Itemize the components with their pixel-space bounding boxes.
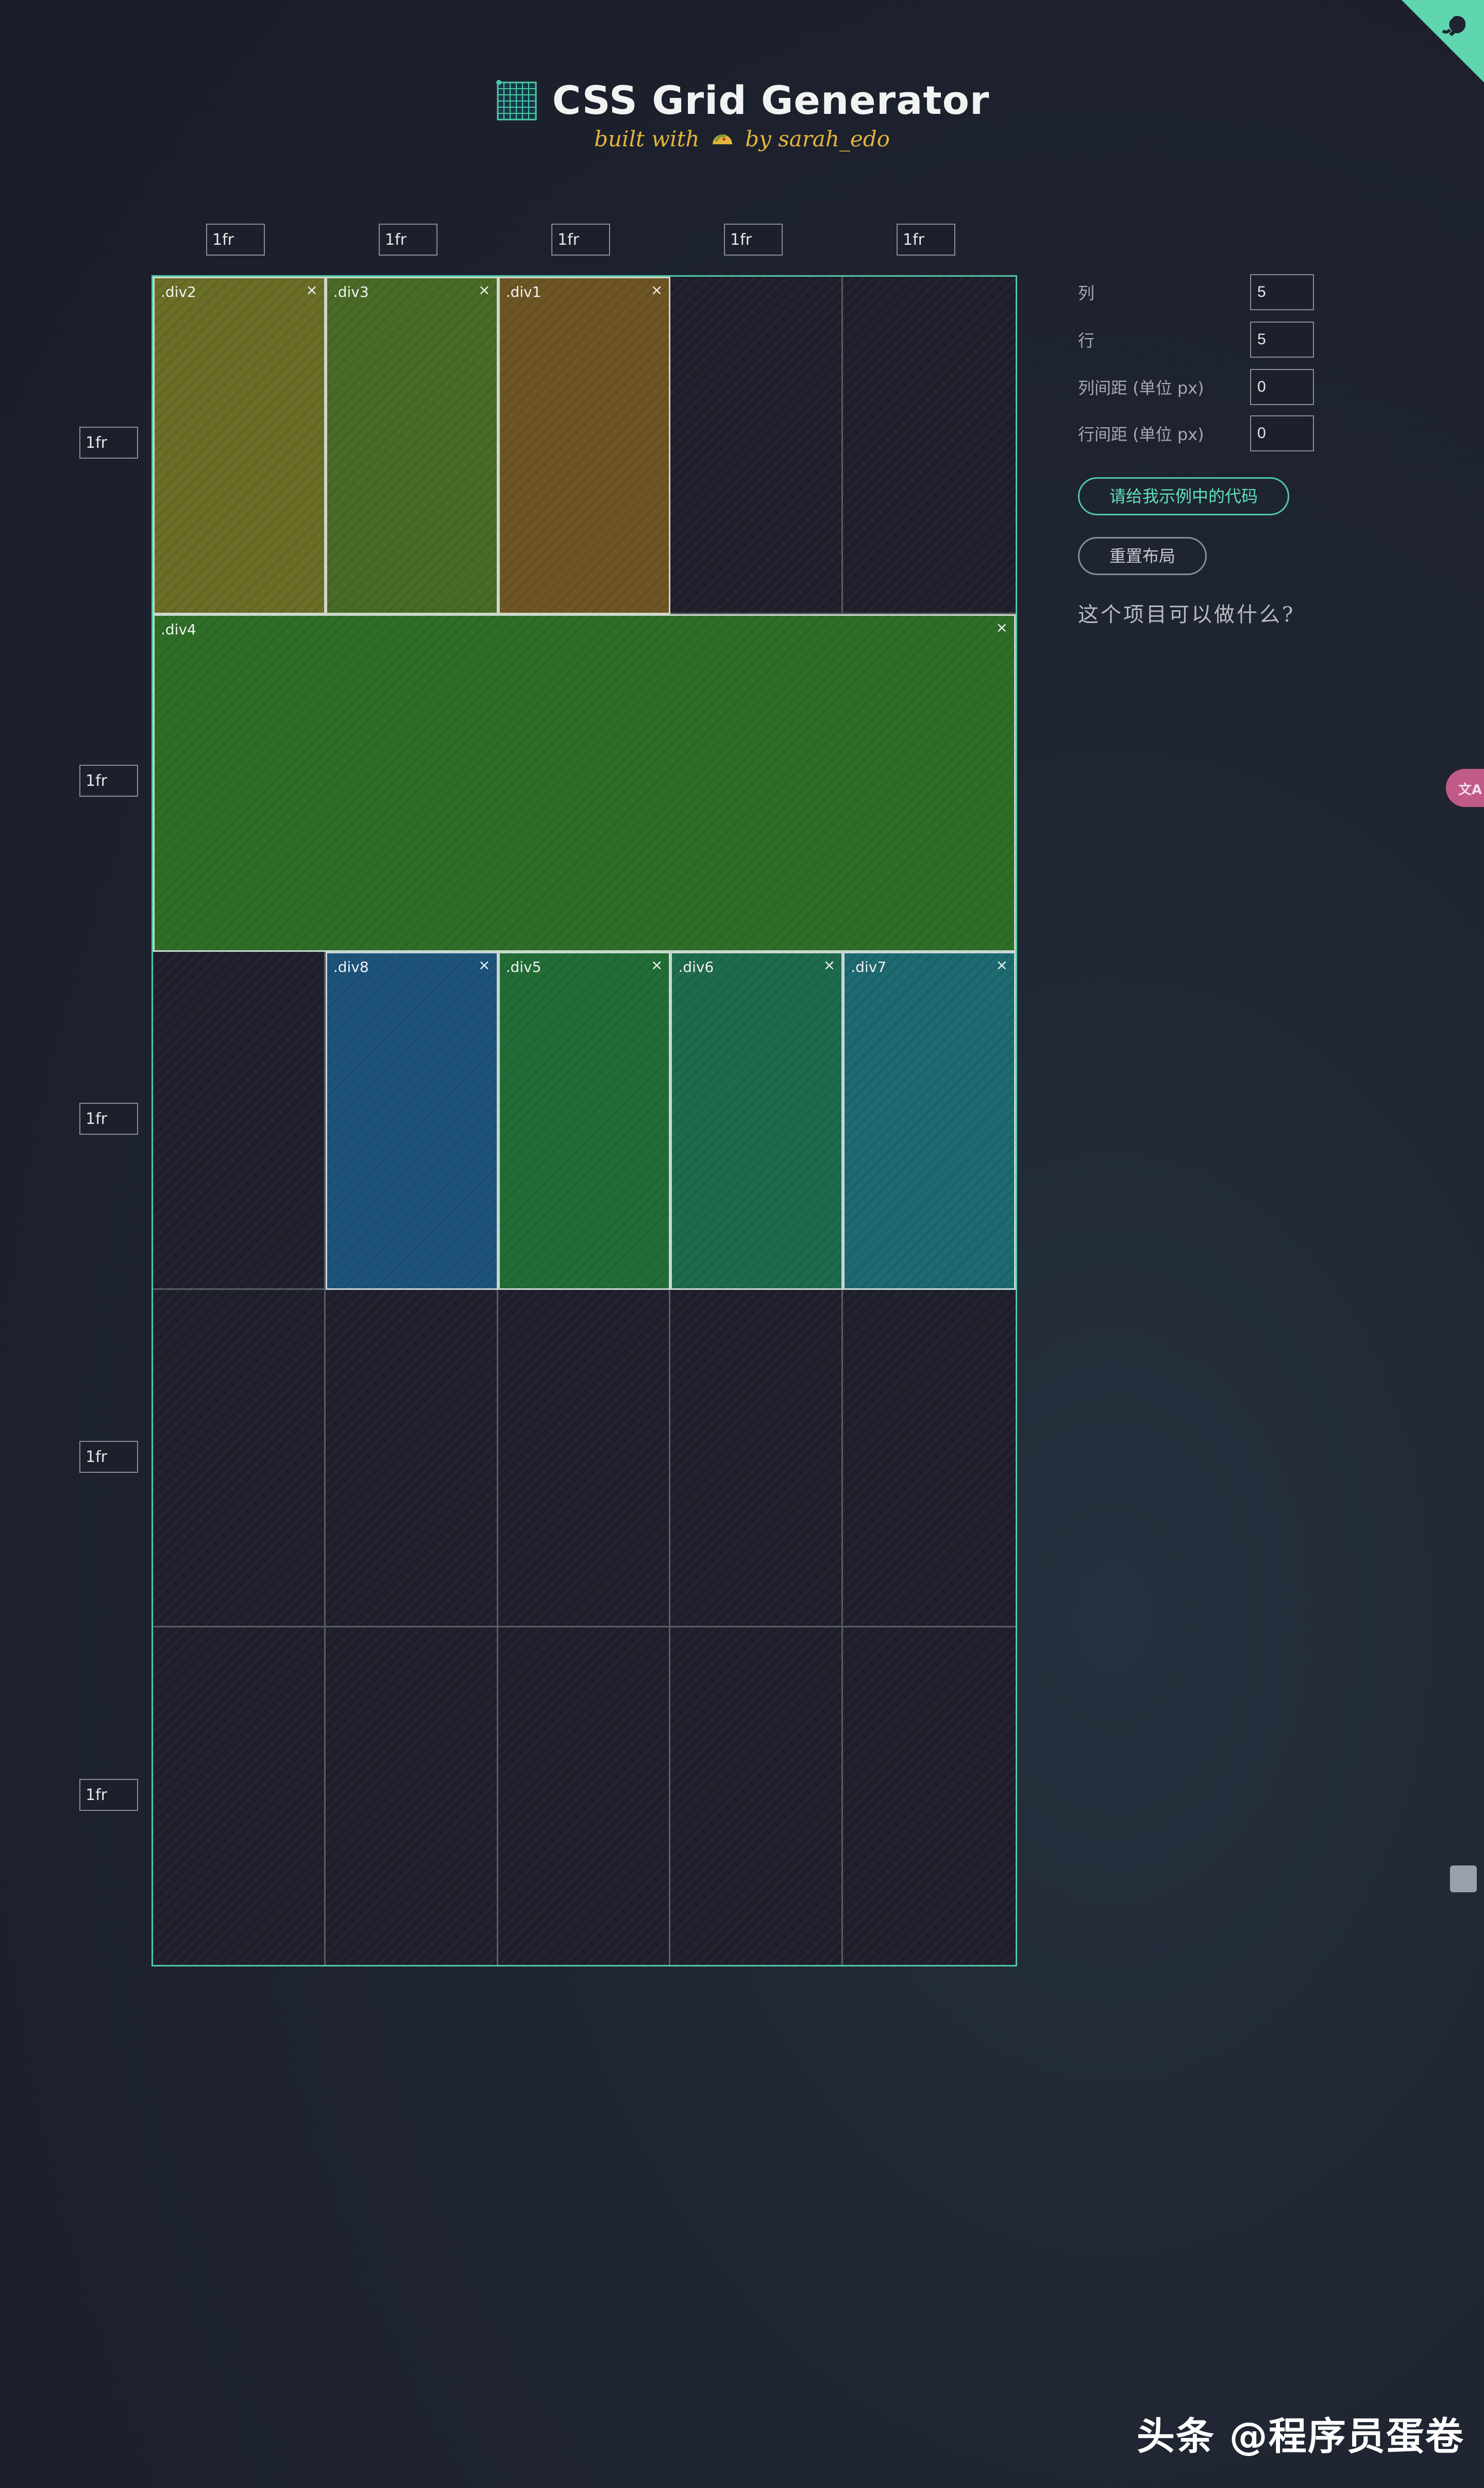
close-icon[interactable]: × bbox=[651, 281, 663, 298]
columns-input[interactable] bbox=[1250, 274, 1314, 310]
grid-item-label: .div1 bbox=[505, 283, 542, 300]
grid-item-label: .div6 bbox=[678, 959, 714, 976]
columns-label: 列 bbox=[1078, 283, 1095, 303]
row-gap-input[interactable] bbox=[1250, 415, 1314, 451]
grid-item-div3[interactable]: .div3 × bbox=[325, 277, 498, 615]
grid-cell[interactable] bbox=[153, 952, 326, 1290]
subtitle-suffix: by sarah_edo bbox=[745, 126, 890, 152]
grid-item-label: .div2 bbox=[161, 283, 196, 300]
translate-icon[interactable]: 文A bbox=[1458, 779, 1482, 798]
grid-item-div5[interactable]: .div5 × bbox=[498, 952, 671, 1290]
grid-item-label: .div8 bbox=[333, 959, 369, 976]
row-4-size-input[interactable] bbox=[79, 1441, 138, 1473]
header: CSS Grid Generator built with by sarah_e… bbox=[0, 77, 1484, 152]
grid-item-div1[interactable]: .div1 × bbox=[498, 277, 671, 615]
close-icon[interactable]: × bbox=[478, 281, 490, 298]
close-icon[interactable]: × bbox=[823, 956, 835, 973]
grid-cell[interactable] bbox=[670, 277, 844, 615]
column-5-size-input[interactable] bbox=[897, 224, 955, 256]
grid-cell[interactable] bbox=[843, 277, 1016, 615]
robot-icon[interactable] bbox=[1450, 1865, 1477, 1892]
rows-input[interactable] bbox=[1250, 322, 1314, 358]
grid-cell[interactable] bbox=[153, 1289, 326, 1627]
rows-label: 行 bbox=[1078, 331, 1095, 350]
page-title: CSS Grid Generator bbox=[552, 77, 990, 123]
row-3-size-input[interactable] bbox=[79, 1103, 138, 1135]
grid-cell[interactable] bbox=[843, 1290, 1016, 1627]
github-octocat-icon[interactable] bbox=[1434, 7, 1475, 48]
grid-item-div4[interactable]: .div4 × bbox=[153, 614, 1016, 952]
column-4-size-input[interactable] bbox=[724, 224, 783, 256]
column-3-size-input[interactable] bbox=[551, 224, 610, 256]
grid-cell[interactable] bbox=[670, 1289, 844, 1627]
show-code-button[interactable]: 请给我示例中的代码 bbox=[1078, 477, 1289, 515]
close-icon[interactable]: × bbox=[996, 619, 1008, 636]
close-icon[interactable]: × bbox=[478, 956, 490, 973]
grid-cell[interactable] bbox=[843, 1627, 1016, 1965]
close-icon[interactable]: × bbox=[996, 956, 1008, 973]
row-2-size-input[interactable] bbox=[79, 765, 138, 797]
row-gap-label: 行间距 (单位 px) bbox=[1078, 425, 1204, 444]
column-gap-input[interactable] bbox=[1250, 369, 1314, 405]
close-icon[interactable]: × bbox=[651, 956, 663, 973]
subtitle: built with by sarah_edo bbox=[0, 126, 1484, 152]
grid-cell[interactable] bbox=[326, 1627, 498, 1965]
grid-item-div8[interactable]: .div8 × bbox=[325, 952, 498, 1290]
reset-layout-button[interactable]: 重置布局 bbox=[1078, 537, 1207, 575]
grid-cell[interactable] bbox=[498, 1289, 671, 1627]
subtitle-prefix: built with bbox=[594, 126, 700, 152]
grid-cell[interactable] bbox=[498, 1627, 671, 1965]
what-is-this-link[interactable]: 这个项目可以做什么? bbox=[1078, 598, 1295, 628]
column-2-size-input[interactable] bbox=[379, 224, 437, 256]
grid-item-label: .div3 bbox=[333, 283, 369, 300]
grid-logo-icon bbox=[496, 79, 537, 120]
grid-canvas[interactable]: .div2 × .div3 × .div1 × .div4 × .div8 × .div5 × .div… bbox=[151, 275, 1017, 1966]
grid-cell[interactable] bbox=[325, 1289, 498, 1627]
row-1-size-input[interactable] bbox=[79, 427, 138, 459]
grid-cell[interactable] bbox=[670, 1627, 844, 1965]
grid-cell[interactable] bbox=[153, 1627, 326, 1965]
grid-item-label: .div5 bbox=[505, 959, 542, 976]
row-5-size-input[interactable] bbox=[79, 1779, 138, 1811]
grid-item-label: .div4 bbox=[161, 621, 196, 638]
grid-item-div2[interactable]: .div2 × bbox=[153, 277, 326, 615]
grid-item-div7[interactable]: .div7 × bbox=[843, 952, 1016, 1290]
grid-item-label: .div7 bbox=[851, 959, 887, 976]
watermark: 头条 @程序员蛋卷 bbox=[1137, 2414, 1464, 2459]
column-gap-label: 列间距 (单位 px) bbox=[1078, 378, 1204, 398]
close-icon[interactable]: × bbox=[306, 281, 317, 298]
taco-icon bbox=[712, 134, 732, 144]
grid-item-div6[interactable]: .div6 × bbox=[670, 952, 844, 1290]
column-1-size-input[interactable] bbox=[206, 224, 265, 256]
